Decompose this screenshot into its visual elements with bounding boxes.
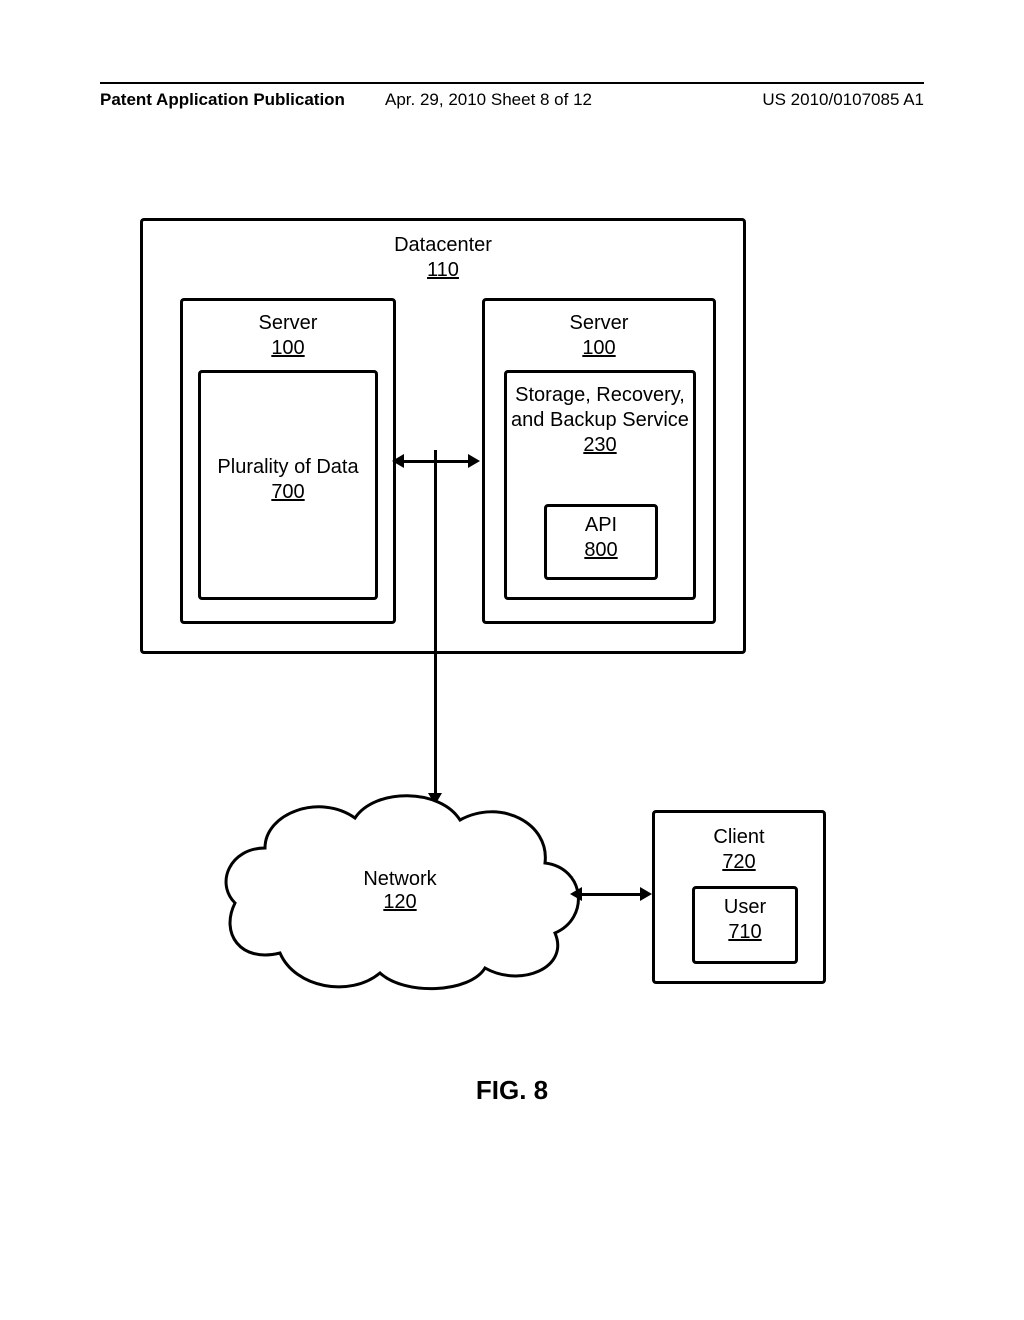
network-num: 120 <box>210 891 590 914</box>
server-right-num: 100 <box>485 336 713 361</box>
api-box: API 800 <box>544 504 658 580</box>
network-name: Network <box>363 868 436 890</box>
figure-caption: FIG. 8 <box>0 1075 1024 1106</box>
datacenter-to-network-line <box>434 460 437 795</box>
plurality-num: 700 <box>201 480 375 505</box>
api-name: API <box>547 513 655 538</box>
client-num: 720 <box>655 850 823 875</box>
diagram-canvas: Datacenter 110 Server 100 Plurality of D… <box>0 0 1024 1320</box>
plurality-name: Plurality of Data <box>201 455 375 480</box>
network-client-arrow-left <box>570 887 582 901</box>
plurality-box: Plurality of Data 700 <box>198 370 378 600</box>
user-num: 710 <box>695 920 795 945</box>
api-num: 800 <box>547 538 655 563</box>
api-label: API 800 <box>547 513 655 563</box>
server-left-name: Server <box>183 311 393 336</box>
plurality-label: Plurality of Data 700 <box>201 455 375 505</box>
server-left-label: Server 100 <box>183 311 393 361</box>
datacenter-num: 110 <box>143 258 743 283</box>
server-link-arrow-left <box>392 454 404 468</box>
datacenter-label: Datacenter 110 <box>143 233 743 283</box>
client-label: Client 720 <box>655 825 823 875</box>
srb-num: 230 <box>507 433 693 458</box>
network-client-arrow-right <box>640 887 652 901</box>
client-name: Client <box>655 825 823 850</box>
server-right-name: Server <box>485 311 713 336</box>
user-box: User 710 <box>692 886 798 964</box>
datacenter-name: Datacenter <box>143 233 743 258</box>
srb-label: Storage, Recovery, and Backup Service 23… <box>507 383 693 458</box>
network-label: Network 120 <box>210 868 590 914</box>
network-cloud: Network 120 <box>210 778 590 998</box>
network-client-line <box>582 893 640 896</box>
srb-name: Storage, Recovery, and Backup Service <box>507 383 693 433</box>
server-right-label: Server 100 <box>485 311 713 361</box>
user-label: User 710 <box>695 895 795 945</box>
server-left-num: 100 <box>183 336 393 361</box>
user-name: User <box>695 895 795 920</box>
server-link-arrow-right <box>468 454 480 468</box>
